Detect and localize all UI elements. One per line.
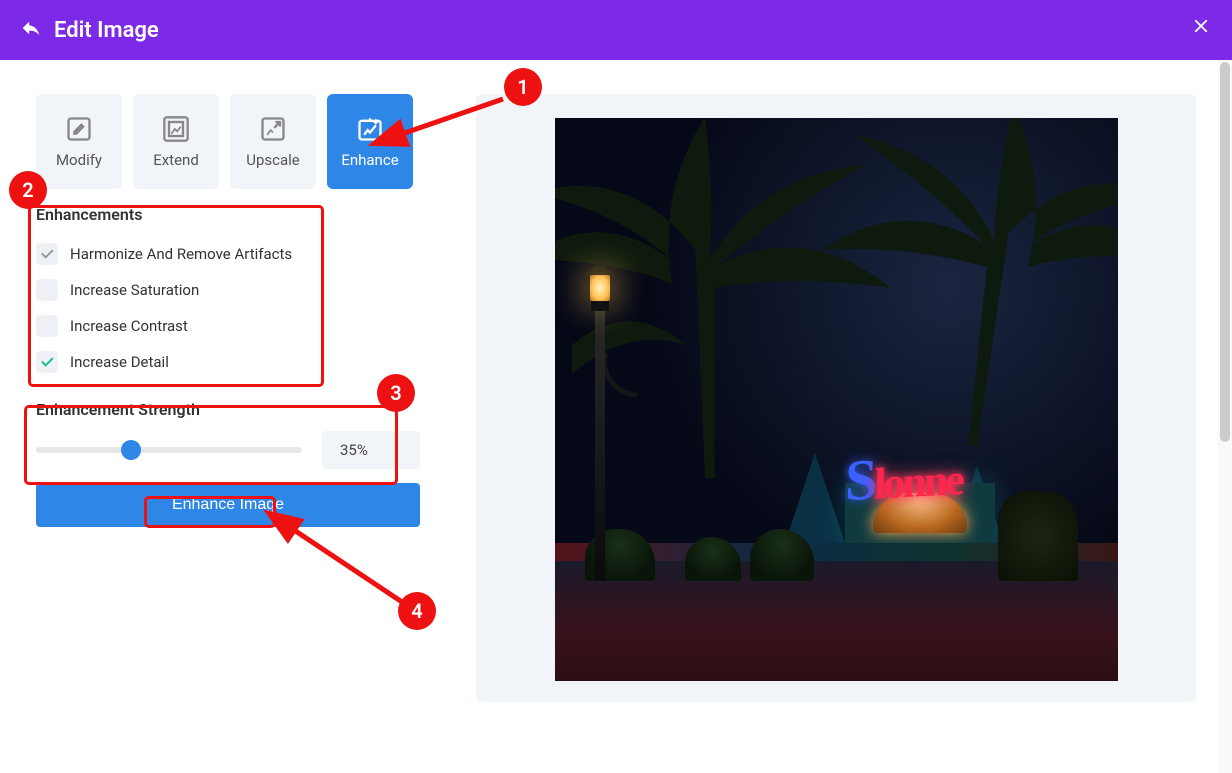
arrow-1: [388, 94, 508, 148]
tabs: Modify Extend Upscale Enhance: [36, 94, 420, 189]
checkbox-label: Increase Saturation: [70, 281, 199, 299]
scrollbar-thumb[interactable]: [1220, 62, 1230, 442]
neon-sign: Slonne: [844, 441, 962, 514]
scrollbar[interactable]: [1218, 60, 1232, 773]
callout-2: 2: [9, 171, 47, 209]
enhancements-section: Enhancements Harmonize And Remove Artifa…: [36, 205, 420, 380]
checkbox-row-saturation: Increase Saturation: [36, 272, 420, 308]
slider-thumb[interactable]: [121, 440, 141, 460]
checkbox-row-detail: Increase Detail: [36, 344, 420, 380]
tab-label: Enhance: [341, 151, 398, 169]
checkbox-row-harmonize: Harmonize And Remove Artifacts: [36, 236, 420, 272]
preview-image: Slonne: [555, 118, 1118, 681]
arrow-4: [280, 520, 410, 614]
tab-upscale[interactable]: Upscale: [230, 94, 316, 189]
section-title: Enhancement Strength: [36, 400, 420, 419]
callout-4: 4: [398, 592, 436, 630]
checkbox[interactable]: [36, 279, 58, 301]
strength-section: Enhancement Strength 35%: [36, 400, 420, 469]
close-icon[interactable]: [1190, 15, 1212, 41]
preview-area: Slonne: [476, 94, 1196, 702]
callout-1: 1: [504, 68, 542, 106]
checkbox[interactable]: [36, 351, 58, 373]
strength-slider[interactable]: [36, 447, 302, 453]
tab-label: Upscale: [246, 151, 300, 169]
checkbox-label: Increase Detail: [70, 353, 169, 371]
checkbox-label: Increase Contrast: [70, 317, 188, 335]
tab-modify[interactable]: Modify: [36, 94, 122, 189]
back-arrow-icon[interactable]: [20, 17, 42, 43]
checkbox[interactable]: [36, 243, 58, 265]
header: Edit Image: [0, 0, 1232, 60]
checkbox-row-contrast: Increase Contrast: [36, 308, 420, 344]
slider-row: 35%: [36, 431, 420, 469]
callout-3: 3: [377, 374, 415, 412]
strength-value: 35%: [322, 431, 420, 469]
page-title: Edit Image: [54, 18, 159, 43]
checkbox[interactable]: [36, 315, 58, 337]
tab-label: Modify: [56, 151, 102, 169]
section-title: Enhancements: [36, 205, 420, 224]
checkbox-label: Harmonize And Remove Artifacts: [70, 245, 292, 263]
tab-label: Extend: [153, 151, 199, 169]
main-content: Modify Extend Upscale Enhance Enhancemen…: [0, 60, 1232, 736]
tab-extend[interactable]: Extend: [133, 94, 219, 189]
